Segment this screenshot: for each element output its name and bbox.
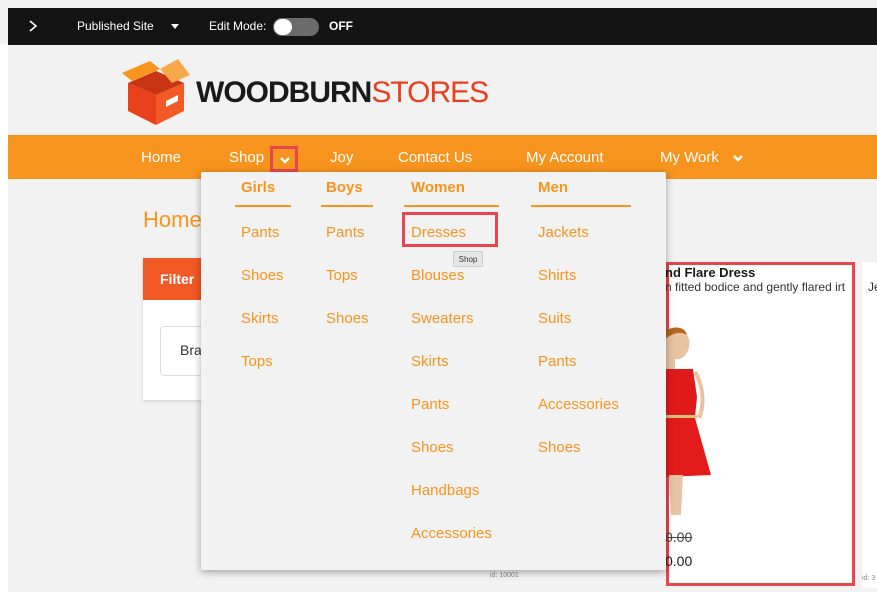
menu-link-women-accessories[interactable]: Accessories [411, 525, 492, 542]
menu-col-women[interactable]: Women [411, 179, 465, 196]
menu-link-women-shoes[interactable]: Shoes [411, 439, 454, 456]
menu-link-men-shoes[interactable]: Shoes [538, 439, 581, 456]
nav-my-work[interactable]: My Work [660, 149, 719, 166]
toggle-knob [274, 19, 292, 35]
divider [531, 205, 631, 207]
menu-link-girls-skirts[interactable]: Skirts [241, 310, 279, 327]
chevron-right-icon[interactable] [26, 17, 40, 35]
menu-link-men-jackets[interactable]: Jackets [538, 224, 589, 241]
brand-bold-text: WOODBURN [196, 76, 372, 109]
menu-link-women-skirts[interactable]: Skirts [411, 353, 449, 370]
edit-mode-state: OFF [329, 19, 353, 33]
tooltip: Shop [453, 251, 483, 267]
edit-mode-toggle[interactable] [273, 18, 319, 36]
menu-col-boys[interactable]: Boys [326, 179, 363, 196]
admin-toolbar: Published Site Edit Mode: OFF [8, 8, 877, 45]
edit-mode-label: Edit Mode: [209, 19, 267, 33]
left-edge [0, 44, 8, 592]
divider [321, 205, 373, 207]
shop-mega-menu: Girls Boys Women Men Pants Shoes Skirts … [201, 172, 666, 570]
menu-link-girls-pants[interactable]: Pants [241, 224, 279, 241]
menu-link-men-pants[interactable]: Pants [538, 353, 576, 370]
menu-link-women-handbags[interactable]: Handbags [411, 482, 479, 499]
menu-link-men-suits[interactable]: Suits [538, 310, 571, 327]
menu-link-boys-shoes[interactable]: Shoes [326, 310, 369, 327]
nav-home[interactable]: Home [141, 149, 181, 166]
divider [235, 205, 291, 207]
highlight-box [402, 212, 498, 247]
filter-title: Filter [160, 271, 195, 287]
caret-down-icon[interactable] [171, 24, 179, 29]
menu-col-girls[interactable]: Girls [241, 179, 275, 196]
menu-link-boys-pants[interactable]: Pants [326, 224, 364, 241]
nav-contact-us[interactable]: Contact Us [398, 149, 472, 166]
brand-select-label: Bra [180, 342, 202, 358]
box-logo-icon[interactable] [120, 57, 192, 125]
menu-col-men[interactable]: Men [538, 179, 568, 196]
brand-wordmark[interactable]: WOODBURNSTORES [196, 76, 489, 110]
product-price: 0.00 [665, 553, 693, 569]
menu-link-boys-tops[interactable]: Tops [326, 267, 358, 284]
page-title: Home [143, 207, 202, 232]
product-title[interactable]: nd Flare Dress [665, 265, 755, 280]
divider [404, 205, 499, 207]
menu-link-girls-tops[interactable]: Tops [241, 353, 273, 370]
site-header: WOODBURNSTORES [8, 45, 877, 135]
menu-link-girls-shoes[interactable]: Shoes [241, 267, 284, 284]
my-work-chevron-down-icon[interactable] [732, 153, 744, 163]
menu-link-men-accessories[interactable]: Accessories [538, 396, 619, 413]
product-image[interactable] [665, 325, 735, 515]
product-description: n fitted bodice and gently flared irt [665, 280, 846, 294]
menu-link-men-shirts[interactable]: Shirts [538, 267, 576, 284]
product2-id-label: id: 3 [862, 575, 876, 582]
published-site-dropdown[interactable]: Published Site [77, 19, 154, 33]
product-id-label: id: 10001 [490, 572, 519, 579]
menu-link-women-sweaters[interactable]: Sweaters [411, 310, 474, 327]
brand-thin-text: STORES [371, 76, 489, 109]
product2-title: Je [868, 280, 877, 294]
product-old-price: 0.00 [665, 529, 693, 545]
chevron-down-icon [280, 157, 290, 164]
product-card-highlighted[interactable]: nd Flare Dress n fitted bodice and gentl… [665, 262, 855, 586]
nav-joy[interactable]: Joy [330, 149, 353, 166]
product-card-partial[interactable]: Je [862, 262, 877, 588]
nav-shop[interactable]: Shop [229, 149, 264, 166]
menu-link-women-blouses[interactable]: Blouses [411, 267, 464, 284]
nav-my-account[interactable]: My Account [526, 149, 604, 166]
shop-dropdown-toggle[interactable] [270, 146, 298, 172]
menu-link-women-pants[interactable]: Pants [411, 396, 449, 413]
